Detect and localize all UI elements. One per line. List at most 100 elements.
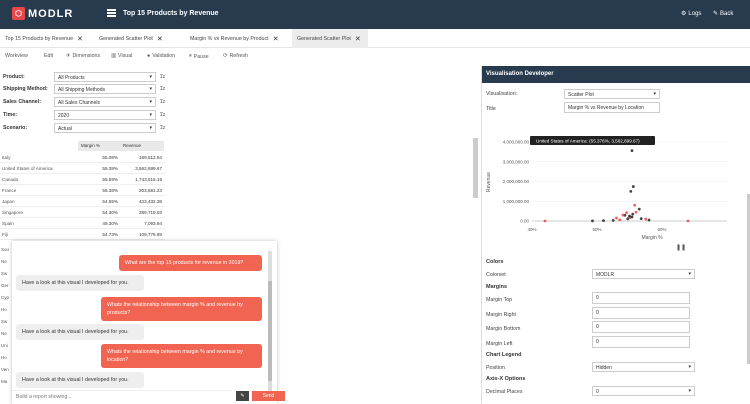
tab-margin-vs-revenue-product[interactable]: Margin % vs Revenue by Product ✕ bbox=[185, 29, 290, 48]
filter-options-icon[interactable]: Ɪz bbox=[160, 74, 165, 80]
refresh-button[interactable]: ⟳ Refresh bbox=[223, 53, 248, 59]
table-row[interactable]: United States of America 55.38% 3,562,699.… bbox=[0, 163, 165, 174]
panel-title: Visualisation Developer bbox=[482, 66, 750, 83]
filter-options-icon[interactable]: Ɪz bbox=[160, 99, 165, 105]
input-value: 0 bbox=[596, 339, 599, 345]
scatter-chart: 4,000,000.00 3,000,000.00 2,000,000.00 1,00… bbox=[486, 136, 727, 251]
table-row[interactable]: Italy 55.08% 169,512.54 bbox=[0, 152, 165, 163]
bot-message: Have a look at this visual I developed f… bbox=[16, 372, 144, 388]
margin-bottom-label: Margin Bottom bbox=[486, 326, 521, 332]
table-row[interactable]: Japan 54.55% 423,432.38 bbox=[0, 196, 165, 207]
table-row[interactable]: France 55.38% 203,681.23 bbox=[0, 185, 165, 196]
logs-button[interactable]: ⚙ Logs bbox=[681, 10, 702, 18]
workview-button[interactable]: Workview bbox=[5, 53, 28, 59]
edit-button[interactable]: Edit bbox=[44, 53, 53, 59]
scatter-point bbox=[621, 213, 625, 217]
tab-label: Generated Scatter Plot bbox=[297, 35, 351, 42]
cell-revenue: 289,719.03 bbox=[139, 210, 162, 215]
microphone-icon[interactable]: ✎ bbox=[236, 391, 249, 401]
scatter-point bbox=[639, 217, 643, 221]
visualisation-label: Visualisation: bbox=[486, 91, 518, 97]
scatter-point bbox=[611, 219, 615, 222]
hamburger-menu-icon[interactable] bbox=[107, 9, 116, 17]
cell-revenue: 203,681.23 bbox=[139, 188, 162, 193]
pause-chart-icon[interactable]: ❚❚ bbox=[676, 244, 686, 251]
filter-options-icon[interactable]: Ɪz bbox=[160, 86, 165, 92]
dimensions-label: Dimensions bbox=[72, 53, 101, 59]
grid-header: Margin % Revenue bbox=[78, 141, 164, 151]
row-stub: Cyp bbox=[1, 295, 10, 300]
column-header-margin[interactable]: Margin % bbox=[81, 143, 100, 148]
margin-left-input[interactable]: 0 bbox=[592, 336, 690, 348]
title-label: Title bbox=[486, 106, 496, 112]
logs-label: Logs bbox=[688, 10, 702, 17]
chevron-down-icon: ▾ bbox=[149, 125, 152, 131]
chevron-down-icon: ▾ bbox=[653, 91, 656, 97]
modlr-logo-icon: ⬡ bbox=[12, 7, 25, 20]
filter-options-icon[interactable]: Ɪz bbox=[160, 125, 165, 131]
legend-position-select[interactable]: Hidden ▾ bbox=[592, 362, 695, 372]
filter-options-icon[interactable]: Ɪz bbox=[160, 112, 165, 118]
row-label: Spain bbox=[2, 221, 14, 226]
row-stub: Sou bbox=[1, 247, 10, 252]
close-icon[interactable]: ✕ bbox=[273, 35, 279, 43]
row-stub: Ho bbox=[1, 307, 7, 312]
row-stub: Ne bbox=[1, 331, 7, 336]
visual-button[interactable]: ▥ Visual bbox=[111, 53, 132, 59]
y-tick-label: 1,000,000.00 bbox=[503, 199, 530, 204]
scroll-thumb[interactable] bbox=[268, 281, 272, 381]
table-row[interactable]: Fiji 54.73% 109,776.89 bbox=[0, 229, 165, 240]
tab-label: Margin % vs Revenue by Product bbox=[190, 35, 269, 42]
visualisation-select[interactable]: Scatter Plot ▾ bbox=[564, 89, 660, 99]
colorset-select[interactable]: MODLR ▾ bbox=[592, 269, 695, 279]
back-label: Back bbox=[720, 10, 734, 17]
margin-bottom-input[interactable]: 0 bbox=[592, 321, 690, 333]
margin-top-label: Margin Top bbox=[486, 297, 513, 303]
tab-label: Generated Scatter Plot bbox=[99, 35, 153, 42]
close-icon[interactable]: ✕ bbox=[157, 35, 163, 43]
decimal-places-select[interactable]: 0 ▾ bbox=[592, 386, 695, 396]
main-scrollbar[interactable] bbox=[473, 138, 478, 198]
app-logo[interactable]: ⬡ MODLR bbox=[12, 7, 73, 20]
margin-top-input[interactable]: 0 bbox=[592, 292, 690, 304]
input-value: 0 bbox=[596, 324, 599, 330]
chevron-down-icon: ▾ bbox=[149, 99, 152, 105]
margin-right-input[interactable]: 0 bbox=[592, 307, 690, 319]
send-button[interactable]: Send bbox=[252, 391, 285, 401]
visual-label: Visual bbox=[118, 53, 133, 59]
cell-margin: 55.08% bbox=[102, 155, 118, 160]
y-axis-label: Revenue bbox=[486, 172, 492, 192]
scatter-point bbox=[633, 203, 637, 207]
tab-top-15-products[interactable]: Top 15 Products by Revenue ✕ bbox=[0, 29, 93, 48]
column-header-revenue[interactable]: Revenue bbox=[123, 143, 141, 148]
close-icon[interactable]: ✕ bbox=[77, 35, 83, 43]
pause-button[interactable]: ⏸ Pause bbox=[189, 53, 209, 60]
shipping-select[interactable]: All Shipping Methods ▾ bbox=[54, 84, 156, 94]
tab-scatter-plot-2[interactable]: Generated Scatter Plot ✕ bbox=[292, 29, 368, 48]
row-stub: Ne bbox=[1, 259, 7, 264]
scatter-point bbox=[631, 185, 635, 188]
chevron-down-icon: ▾ bbox=[149, 112, 152, 118]
time-select[interactable]: 2020 ▾ bbox=[54, 110, 156, 120]
cell-margin: 49.30% bbox=[102, 221, 118, 226]
title-input[interactable]: Margin % vs Revenue by Location bbox=[564, 102, 660, 113]
close-icon[interactable]: ✕ bbox=[355, 35, 361, 43]
product-select[interactable]: All Products ▾ bbox=[54, 72, 156, 82]
tooltip-text: United States of America: (55.376%, 3,56… bbox=[536, 139, 640, 144]
scatter-point bbox=[602, 219, 605, 223]
dimensions-button[interactable]: ✈ Dimensions bbox=[66, 53, 100, 59]
validation-button[interactable]: ● Validation bbox=[147, 53, 175, 59]
table-row[interactable]: Spain 49.30% 7,093.94 bbox=[0, 218, 165, 229]
table-row[interactable]: Canada 55.59% 1,743,515.15 bbox=[0, 174, 165, 185]
chat-input[interactable]: Build a report showing... bbox=[12, 390, 232, 402]
tab-scatter-plot-1[interactable]: Generated Scatter Plot ✕ bbox=[94, 29, 184, 48]
chat-scrollbar[interactable] bbox=[268, 251, 272, 391]
back-button[interactable]: ✎ Back bbox=[713, 10, 734, 18]
select-value: 2020 bbox=[58, 113, 70, 119]
sales-channel-select[interactable]: All Sales Channels ▾ bbox=[54, 97, 156, 107]
row-label: Japan bbox=[2, 199, 15, 204]
filter-sales-channel: Sales Channel: All Sales Channels ▾ Ɪz bbox=[0, 97, 180, 108]
scenario-select[interactable]: Actual ▾ bbox=[54, 123, 156, 133]
table-row[interactable]: Singapore 54.30% 289,719.03 bbox=[0, 207, 165, 218]
pause-icon: ⏸ bbox=[189, 53, 192, 59]
